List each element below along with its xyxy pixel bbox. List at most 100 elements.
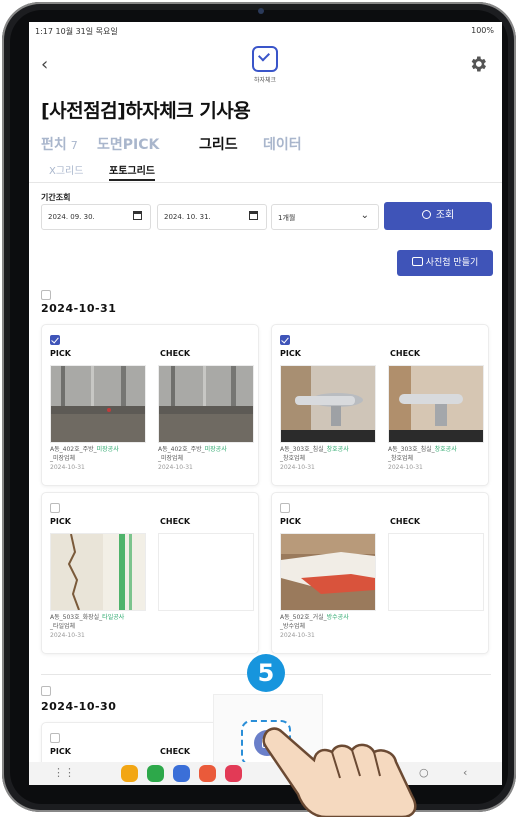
card-checkbox[interactable]	[280, 503, 290, 513]
check-shield-icon	[252, 46, 278, 72]
search-icon	[421, 210, 431, 219]
caption-date: 2024-10-31	[50, 464, 85, 471]
card-checkbox[interactable]	[50, 503, 60, 513]
caption-trade: 창호공사	[434, 446, 457, 453]
pick-label: PICK	[50, 517, 71, 526]
caption-company: _타일업체	[50, 623, 76, 630]
pick-photo[interactable]	[280, 365, 376, 443]
caption-company: _창호업체	[280, 455, 306, 462]
range-select[interactable]: 1개월 ⌄	[271, 204, 379, 230]
card-checkbox[interactable]	[50, 733, 60, 743]
camera-app-icon[interactable]	[225, 765, 242, 782]
caption-location: A동_503호_화장실_	[50, 614, 103, 621]
waterproof-floor-image	[281, 534, 375, 610]
elevator-floor-image	[51, 366, 145, 442]
tab-grid[interactable]: 그리드	[199, 134, 238, 154]
tab-punch-count: 7	[70, 139, 78, 152]
check-caption: A동_303호_침실_창호공사 _창호업체 2024-10-31	[388, 445, 488, 472]
messages-app-icon[interactable]	[173, 765, 190, 782]
pick-photo[interactable]	[280, 533, 376, 611]
period-label: 기간조회	[41, 193, 71, 202]
tab-drawing-pick[interactable]: 도면PICK	[97, 134, 159, 154]
contacts-app-icon[interactable]	[199, 765, 216, 782]
check-label: CHECK	[160, 747, 191, 756]
back-nav-icon[interactable]: ‹	[463, 766, 467, 779]
caption-location: A동_402호_주방_	[158, 446, 205, 453]
group-select-checkbox[interactable]	[41, 686, 51, 696]
sub-tabs: X그리드 포토그리드	[29, 160, 502, 181]
make-album-button[interactable]: 사진첩 만들기	[397, 250, 493, 276]
group-date-heading: 2024-10-31	[41, 302, 117, 315]
app-folder-icon[interactable]	[121, 765, 138, 782]
caption-date: 2024-10-31	[158, 464, 193, 471]
phone-app-icon[interactable]	[147, 765, 164, 782]
caption-location: A동_502호_거실_	[280, 614, 327, 621]
caption-company: _미장업체	[50, 455, 76, 462]
start-date-value: 2024. 09. 30.	[48, 213, 95, 221]
logo-text: 하자체크	[253, 77, 277, 84]
check-label: CHECK	[160, 349, 191, 358]
tab-punch[interactable]: 펀치 7	[41, 134, 78, 154]
card-checkbox[interactable]	[280, 335, 290, 345]
tab-data[interactable]: 데이터	[263, 134, 302, 154]
status-bar: 1:17 10월 31일 목요일 100%	[29, 22, 502, 40]
pick-label: PICK	[280, 349, 301, 358]
caption-trade: 창호공사	[326, 446, 349, 453]
elevator-floor-image	[159, 366, 253, 442]
pick-caption: A동_502호_거실_방수공사 _방수업체 2024-10-31	[280, 613, 380, 640]
pick-label: PICK	[50, 747, 71, 756]
pick-photo[interactable]	[50, 365, 146, 443]
range-select-value: 1개월	[278, 214, 296, 222]
caption-location: A동_303호_침실_	[388, 446, 435, 453]
caption-trade: 미장공사	[96, 446, 119, 453]
pick-photo[interactable]	[50, 533, 146, 611]
gear-icon[interactable]	[468, 54, 488, 74]
tab-punch-label: 펀치	[41, 137, 67, 153]
top-nav: ‹ 하자체크	[29, 40, 502, 88]
photo-card[interactable]: PICK CHECK A동_502호_거실_방수공사 _방수업체 2024-10…	[271, 492, 489, 654]
caption-date: 2024-10-31	[388, 464, 423, 471]
check-photo[interactable]	[158, 365, 254, 443]
back-arrow-icon[interactable]: ‹	[41, 56, 59, 74]
caption-location: A동_303호_침실_	[280, 446, 327, 453]
start-date-field[interactable]: 2024. 09. 30.	[41, 204, 151, 230]
group-date-heading: 2024-10-30	[41, 700, 117, 713]
search-button[interactable]: 조회	[384, 202, 492, 230]
end-date-field[interactable]: 2024. 10. 31.	[157, 204, 267, 230]
divider	[29, 182, 502, 183]
caption-date: 2024-10-31	[50, 632, 85, 639]
caption-company: _방수업체	[280, 623, 306, 630]
check-photo-empty[interactable]	[388, 533, 484, 611]
check-label: CHECK	[390, 349, 421, 358]
caption-date: 2024-10-31	[280, 632, 315, 639]
end-date-value: 2024. 10. 31.	[164, 213, 211, 221]
check-photo[interactable]	[388, 365, 484, 443]
calendar-icon	[249, 211, 258, 220]
caption-trade: 방수공사	[326, 614, 349, 621]
group-select-checkbox[interactable]	[41, 290, 51, 300]
photo-card[interactable]: PICK CHECK	[41, 324, 259, 486]
pick-label: PICK	[50, 349, 71, 358]
pick-caption: A동_402호_주방_미장공사 _미장업체 2024-10-31	[50, 445, 150, 472]
photo-card[interactable]: PICK CHECK A동_503호_화장실_타일공사 _타일업체 2024-1…	[41, 492, 259, 654]
card-checkbox[interactable]	[50, 335, 60, 345]
page-title: [사전점검]하자체크 기사용	[41, 100, 251, 122]
pick-caption: A동_503호_화장실_타일공사 _타일업체 2024-10-31	[50, 613, 150, 640]
make-album-label: 사진첩 만들기	[425, 258, 479, 268]
chevron-down-icon: ⌄	[360, 210, 369, 221]
photo-card[interactable]: PICK CHECK A동_303호_침실_창호공사 _창호업체 2024-10…	[271, 324, 489, 486]
caption-location: A동_402호_주방_	[50, 446, 97, 453]
subtab-photo-grid[interactable]: 포토그리드	[109, 162, 155, 181]
subtab-x-grid[interactable]: X그리드	[49, 162, 83, 177]
pointing-hand-icon	[262, 727, 417, 817]
calendar-icon	[133, 211, 142, 220]
front-camera	[258, 8, 264, 14]
apps-grid-icon[interactable]: ⋮⋮	[53, 766, 75, 779]
status-time: 1:17 10월 31일 목요일	[35, 27, 118, 36]
check-photo-empty[interactable]	[158, 533, 254, 611]
search-button-label: 조회	[435, 210, 455, 221]
pick-label: PICK	[280, 517, 301, 526]
caption-company: _창호업체	[388, 455, 414, 462]
check-caption: A동_402호_주방_미장공사 _미장업체 2024-10-31	[158, 445, 258, 472]
status-battery: 100%	[471, 26, 494, 35]
